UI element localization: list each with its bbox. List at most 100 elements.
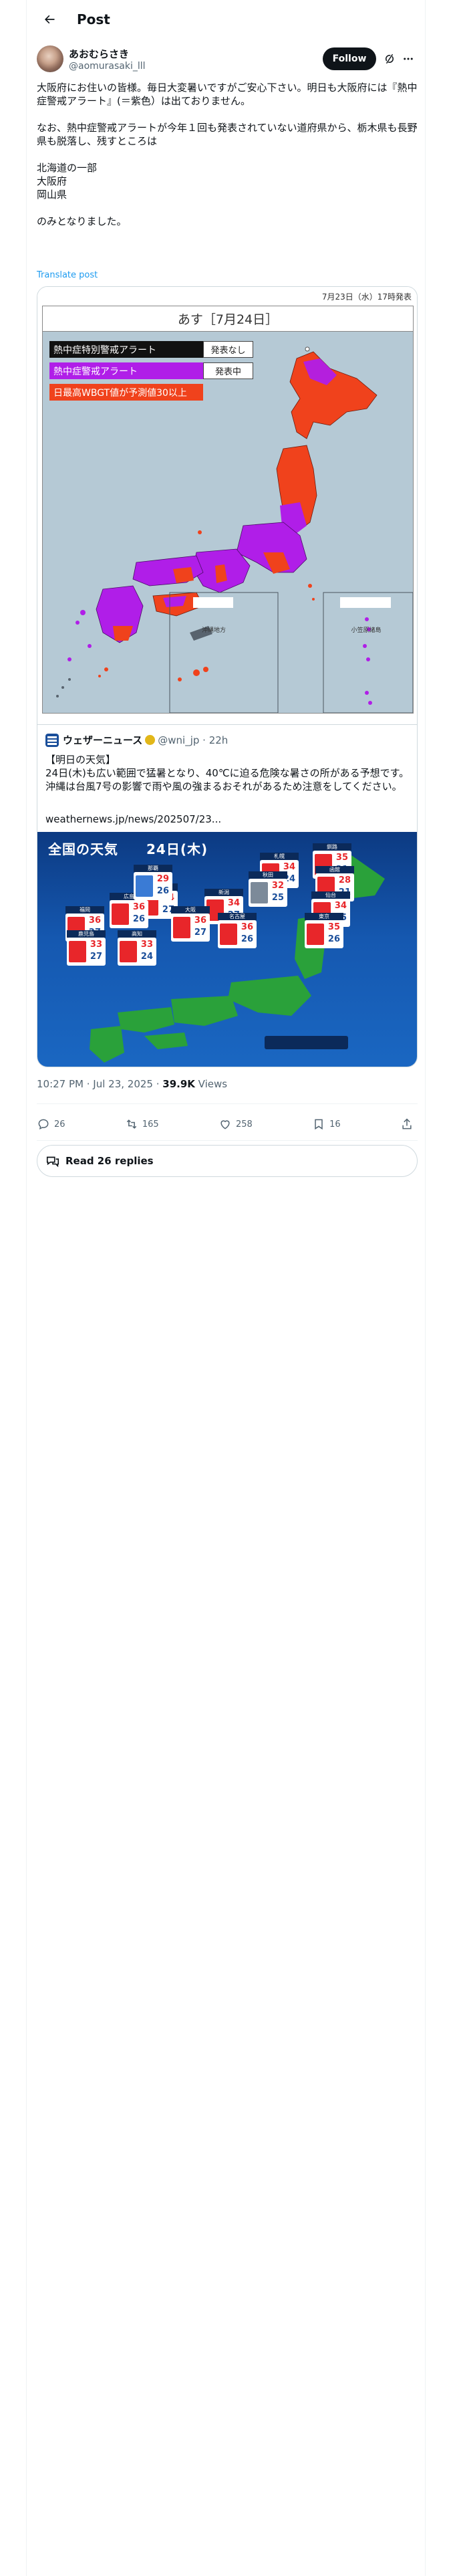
city-name: 秋田 <box>249 871 287 879</box>
share-button[interactable] <box>400 1117 418 1131</box>
translate-post-link[interactable]: Translate post <box>37 270 98 280</box>
low-temp: 24 <box>140 952 153 962</box>
sun-icon <box>112 903 129 925</box>
city-name: 新潟 <box>204 889 243 896</box>
rain-icon <box>136 875 153 897</box>
high-temp: 36 <box>88 916 101 926</box>
forecast-city-card: 広島 36 26 <box>110 893 148 928</box>
forecast-city-card: 那覇 29 26 <box>134 865 172 900</box>
legend-row-special: 熱中症特別警戒アラート 発表なし <box>49 341 257 358</box>
cloud-icon <box>251 882 268 903</box>
divider <box>37 1103 418 1104</box>
city-name: 札幌 <box>260 853 299 860</box>
reply-button[interactable]: 26 <box>37 1117 65 1131</box>
quoted-name: ウェザーニュース <box>63 734 143 746</box>
forecast-city-card: 高知 33 24 <box>118 930 156 966</box>
post-time[interactable]: 10:27 PM · Jul 23, 2025 · <box>37 1078 162 1090</box>
legend-row-alert: 熱中症警戒アラート 発表中 <box>49 362 257 379</box>
low-temp: 25 <box>271 893 284 903</box>
views-label: Views <box>194 1078 228 1090</box>
high-temp: 32 <box>271 881 284 891</box>
avatar[interactable] <box>37 45 63 72</box>
divider <box>37 1140 418 1141</box>
quoted-text: 【明日の天気】 24日(木)も広い範囲で猛暑となり、40℃に迫る危険な暑さの所が… <box>45 754 410 792</box>
high-temp: 33 <box>90 940 102 950</box>
quoted-author: ウェザーニュース @wni_jp · 22h <box>45 733 228 747</box>
quoted-post[interactable]: ウェザーニュース @wni_jp · 22h 【明日の天気】 24日(木)も広い… <box>37 724 417 1067</box>
legend-status: 発表中 <box>203 362 253 379</box>
city-name: 東京 <box>305 913 343 920</box>
inset-label: 小笠原諸島 <box>351 627 382 634</box>
high-temp: 33 <box>140 940 153 950</box>
high-temp: 28 <box>338 875 351 885</box>
city-name: 那覇 <box>134 865 172 872</box>
high-temp: 35 <box>327 922 340 932</box>
forecast-image[interactable]: 全国の天気 24日(木) 釧路3521札幌3424函館2821秋田3225仙台3… <box>37 832 417 1067</box>
bookmark-count: 16 <box>329 1119 341 1130</box>
repost-button[interactable]: 165 <box>125 1117 159 1131</box>
low-temp: 27 <box>194 928 206 938</box>
repost-icon <box>126 1119 137 1129</box>
forecast-city-card: 東京 35 26 <box>305 913 343 948</box>
post-timestamp: 10:27 PM · Jul 23, 2025 · 39.9K Views <box>37 1078 227 1090</box>
sun-icon <box>307 924 324 945</box>
back-arrow-icon[interactable] <box>38 8 61 31</box>
views-count: 39.9K <box>162 1078 195 1090</box>
map-frame: あす［7月24日］ 熱中症特別警戒アラート 発表なし 熱中症警戒アラート 発表中… <box>42 306 414 714</box>
forecast-city-card: 鹿児島 33 27 <box>67 930 106 966</box>
forecast-city-card: 名古屋 36 26 <box>218 913 257 948</box>
share-icon <box>402 1118 412 1130</box>
action-bar: 26 165 258 16 <box>37 1111 418 1138</box>
repost-count: 165 <box>142 1119 159 1130</box>
reply-count: 26 <box>54 1119 65 1130</box>
map-title: あす［7月24日］ <box>43 306 413 332</box>
quoted-handle: @wni_jp <box>158 734 200 746</box>
legend-label: 熱中症特別警戒アラート <box>49 341 203 358</box>
sun-icon <box>69 941 86 962</box>
legend-row-wbgt: 日最高WBGT値が予測値30以上 <box>49 384 257 401</box>
city-name: 名古屋 <box>218 913 257 920</box>
low-temp: 26 <box>327 934 340 944</box>
follow-button[interactable]: Follow <box>323 47 376 70</box>
high-temp: 36 <box>194 916 206 926</box>
city-name: 函館 <box>315 866 354 873</box>
city-name: 大阪 <box>171 906 210 914</box>
post-author: あおむらさき @aomurasaki_lll Follow <box>37 43 418 75</box>
more-icon[interactable] <box>399 49 418 68</box>
author-handle[interactable]: @aomurasaki_lll <box>69 61 323 72</box>
page-header: Post <box>26 0 426 38</box>
alert-map-image[interactable]: 7月23日（水）17時発表 あす［7月24日］ 熱中症特別警戒アラート 発表なし… <box>37 287 417 724</box>
read-replies-button[interactable]: Read 26 replies <box>37 1145 418 1177</box>
high-temp: 35 <box>335 853 348 863</box>
forecast-city-card: 秋田 32 25 <box>249 871 287 907</box>
forecast-city-card: 大阪 36 27 <box>171 906 210 942</box>
like-button[interactable]: 258 <box>218 1117 253 1131</box>
low-temp: 26 <box>132 914 145 924</box>
quoted-link[interactable]: weathernews.jp/news/202507/23... <box>45 813 221 825</box>
like-count: 258 <box>236 1119 253 1130</box>
low-temp: 26 <box>241 934 253 944</box>
bookmark-button[interactable]: 16 <box>312 1117 341 1131</box>
author-display-name[interactable]: あおむらさき <box>69 47 323 61</box>
sun-icon <box>220 924 237 945</box>
city-name: 福岡 <box>65 906 104 914</box>
grok-icon[interactable] <box>380 49 399 68</box>
sun-icon <box>173 917 190 938</box>
sun-icon <box>120 941 137 962</box>
low-temp: 27 <box>90 952 102 962</box>
legend-status: 発表なし <box>203 341 253 358</box>
high-temp: 34 <box>227 898 240 908</box>
high-temp: 29 <box>156 874 169 884</box>
city-name: 釧路 <box>313 843 351 851</box>
quoted-media-card[interactable]: 7月23日（水）17時発表 あす［7月24日］ 熱中症特別警戒アラート 発表なし… <box>37 286 418 1067</box>
quoted-time: 22h <box>208 734 229 746</box>
map-issued-date: 7月23日（水）17時発表 <box>321 292 412 302</box>
read-replies-label: Read 26 replies <box>65 1155 154 1167</box>
bookmark-icon <box>315 1119 323 1130</box>
page-title: Post <box>77 11 110 27</box>
city-name: 高知 <box>118 930 156 938</box>
post-text: 大阪府にお住いの皆様。毎日大変暑いですがご安心下さい。明日も大阪府には『熱中症警… <box>37 82 418 227</box>
legend-label: 熱中症警戒アラート <box>49 362 203 379</box>
heart-icon <box>220 1120 230 1130</box>
inset-label: 沖縄地方 <box>201 627 226 634</box>
